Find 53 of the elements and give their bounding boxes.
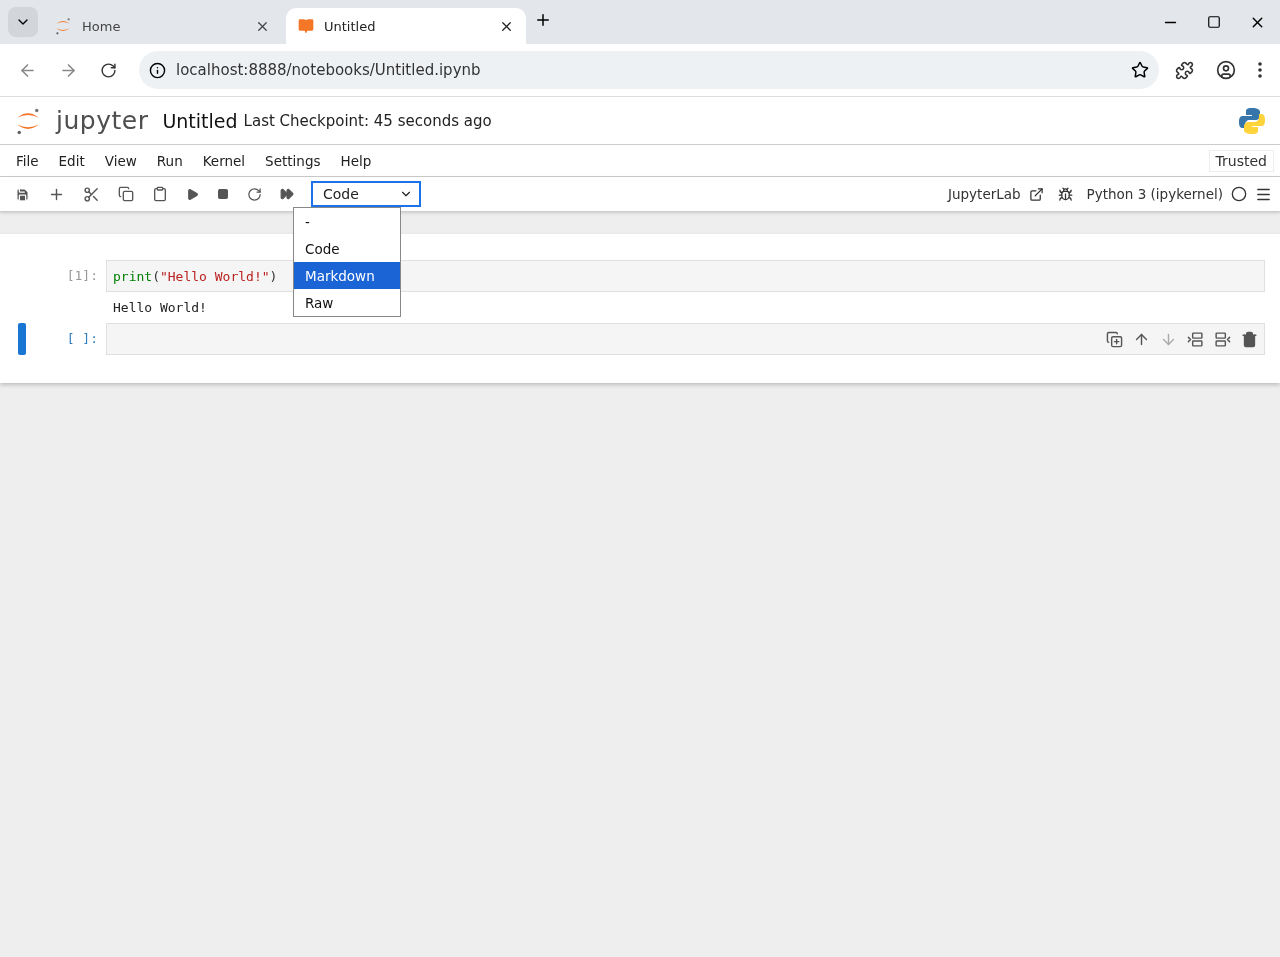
menu-option[interactable]: Raw bbox=[294, 289, 400, 316]
menu-item[interactable]: File bbox=[6, 152, 49, 169]
notebook-title[interactable]: Untitled bbox=[162, 109, 238, 132]
bookmark-star-icon[interactable] bbox=[1131, 61, 1149, 79]
cell-prompt: [1]: bbox=[65, 267, 99, 285]
stop-icon bbox=[217, 188, 229, 200]
kernel-name[interactable]: Python 3 (ipykernel) bbox=[1086, 186, 1223, 202]
save-icon bbox=[15, 186, 30, 202]
code-cell-editor[interactable] bbox=[106, 323, 1265, 355]
url-text: localhost:8888/notebooks/Untitled.ipynb bbox=[176, 61, 482, 79]
menu-item[interactable]: Settings bbox=[255, 152, 331, 169]
copy-icon bbox=[118, 186, 134, 202]
menu-item[interactable]: Kernel bbox=[192, 152, 256, 169]
external-link-icon[interactable] bbox=[1028, 186, 1044, 202]
jupyter-logo-icon bbox=[54, 17, 72, 35]
menu-item[interactable]: Help bbox=[330, 152, 382, 169]
play-icon bbox=[186, 187, 199, 201]
menu-option[interactable]: Markdown bbox=[294, 262, 400, 289]
insert-below-icon[interactable] bbox=[1214, 330, 1231, 348]
insert-above-icon[interactable] bbox=[1187, 330, 1204, 348]
restart-icon bbox=[247, 186, 262, 202]
delete-icon[interactable] bbox=[1241, 330, 1258, 348]
cell-prompt: [ ]: bbox=[65, 330, 99, 348]
browser-tab[interactable]: Home bbox=[42, 8, 282, 44]
clipboard-icon bbox=[152, 186, 168, 202]
duplicate-icon[interactable] bbox=[1106, 330, 1123, 348]
menu-item[interactable]: View bbox=[94, 152, 147, 169]
debugger-icon[interactable] bbox=[1057, 186, 1073, 202]
book-icon bbox=[298, 18, 314, 34]
menu-item[interactable]: Edit bbox=[48, 152, 95, 169]
cell-type-select[interactable]: Code bbox=[311, 181, 421, 207]
profile-icon bbox=[1216, 60, 1236, 80]
checkpoint-text: Last Checkpoint: 45 seconds ago bbox=[243, 111, 492, 130]
scissors-icon bbox=[83, 185, 100, 203]
reload-icon bbox=[100, 61, 117, 79]
info-icon bbox=[149, 61, 166, 79]
browser-tab[interactable]: Untitled bbox=[286, 8, 526, 44]
maximize-icon[interactable] bbox=[1207, 15, 1221, 29]
puzzle-icon bbox=[1175, 60, 1194, 80]
menu-item[interactable]: Run bbox=[146, 152, 193, 169]
menu-option[interactable]: Code bbox=[294, 235, 400, 262]
trusted-badge[interactable]: Trusted bbox=[1208, 149, 1274, 172]
fast-forward-icon bbox=[280, 187, 294, 201]
jupyterlab-link[interactable]: JupyterLab bbox=[948, 186, 1021, 202]
menu-option[interactable]: - bbox=[294, 208, 400, 235]
more-icon bbox=[1258, 62, 1262, 78]
address-bar[interactable]: localhost:8888/notebooks/Untitled.ipynb bbox=[139, 51, 1159, 89]
python-logo-icon bbox=[1238, 106, 1266, 135]
tab-list-button[interactable] bbox=[8, 7, 38, 37]
cell-output: Hello World! bbox=[112, 299, 208, 315]
kernel-status-icon[interactable] bbox=[1231, 186, 1247, 202]
plus-icon bbox=[534, 11, 552, 29]
jupyter-logo-text: jupyter bbox=[56, 106, 149, 135]
